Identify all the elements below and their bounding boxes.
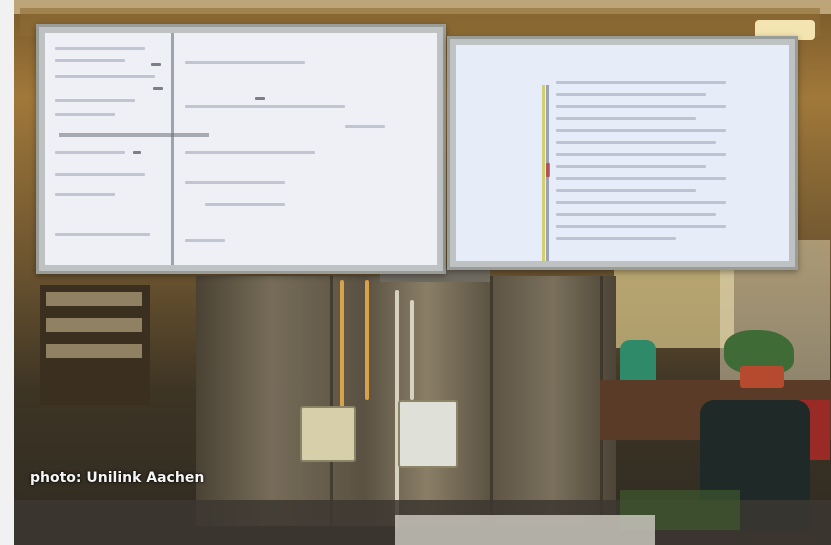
- red-marker: [546, 163, 550, 177]
- keyboard: [395, 515, 655, 545]
- list-line: [556, 141, 716, 144]
- text-line: [133, 151, 141, 154]
- text-line: [55, 151, 125, 154]
- text-line: [55, 99, 135, 102]
- cabinet-seam: [490, 276, 493, 526]
- list-line: [556, 225, 726, 228]
- text-line: [153, 87, 163, 90]
- photo: photo: Unilink Aachen: [0, 0, 831, 545]
- cabinet-seam: [330, 276, 333, 526]
- text-line: [185, 61, 305, 64]
- hanging-bag: [300, 406, 356, 462]
- list-line: [556, 213, 716, 216]
- shelf-row: [46, 318, 142, 332]
- highlight-column: [542, 85, 545, 261]
- right-monitor-screen: [456, 45, 789, 261]
- orange-cable: [365, 280, 369, 400]
- list-line: [556, 177, 726, 180]
- text-line: [55, 193, 115, 196]
- list-line: [556, 105, 726, 108]
- list-line: [556, 117, 696, 120]
- text-line: [55, 113, 115, 116]
- text-line: [185, 151, 315, 154]
- list-line: [556, 153, 726, 156]
- text-line: [55, 47, 145, 50]
- list-line: [556, 81, 726, 84]
- shelf-row: [46, 344, 142, 358]
- text-line: [55, 75, 155, 78]
- list-line: [556, 201, 726, 204]
- text-line: [185, 181, 285, 184]
- text-line: [345, 125, 385, 128]
- photo-credit: photo: Unilink Aachen: [30, 470, 205, 486]
- shelf-row: [46, 292, 142, 306]
- list-line: [556, 165, 706, 168]
- pane-divider: [59, 133, 209, 137]
- white-cable: [410, 300, 414, 400]
- plant-pot: [740, 366, 784, 388]
- text-line: [55, 173, 145, 176]
- text-line: [255, 97, 265, 100]
- text-line: [55, 59, 125, 62]
- left-monitor: [36, 24, 446, 274]
- orange-cable: [340, 280, 344, 410]
- background-window: [614, 268, 734, 348]
- text-line: [185, 239, 225, 242]
- text-line: [55, 233, 150, 236]
- pane-divider: [171, 33, 174, 265]
- right-monitor: [447, 36, 798, 270]
- hanging-bag: [398, 400, 458, 468]
- text-line: [205, 203, 285, 206]
- list-line: [556, 189, 696, 192]
- list-line: [556, 93, 706, 96]
- text-line: [185, 105, 345, 108]
- left-monitor-screen: [45, 33, 437, 265]
- photo-border: [0, 0, 14, 545]
- text-line: [151, 63, 161, 66]
- list-line: [556, 237, 676, 240]
- list-line: [556, 129, 726, 132]
